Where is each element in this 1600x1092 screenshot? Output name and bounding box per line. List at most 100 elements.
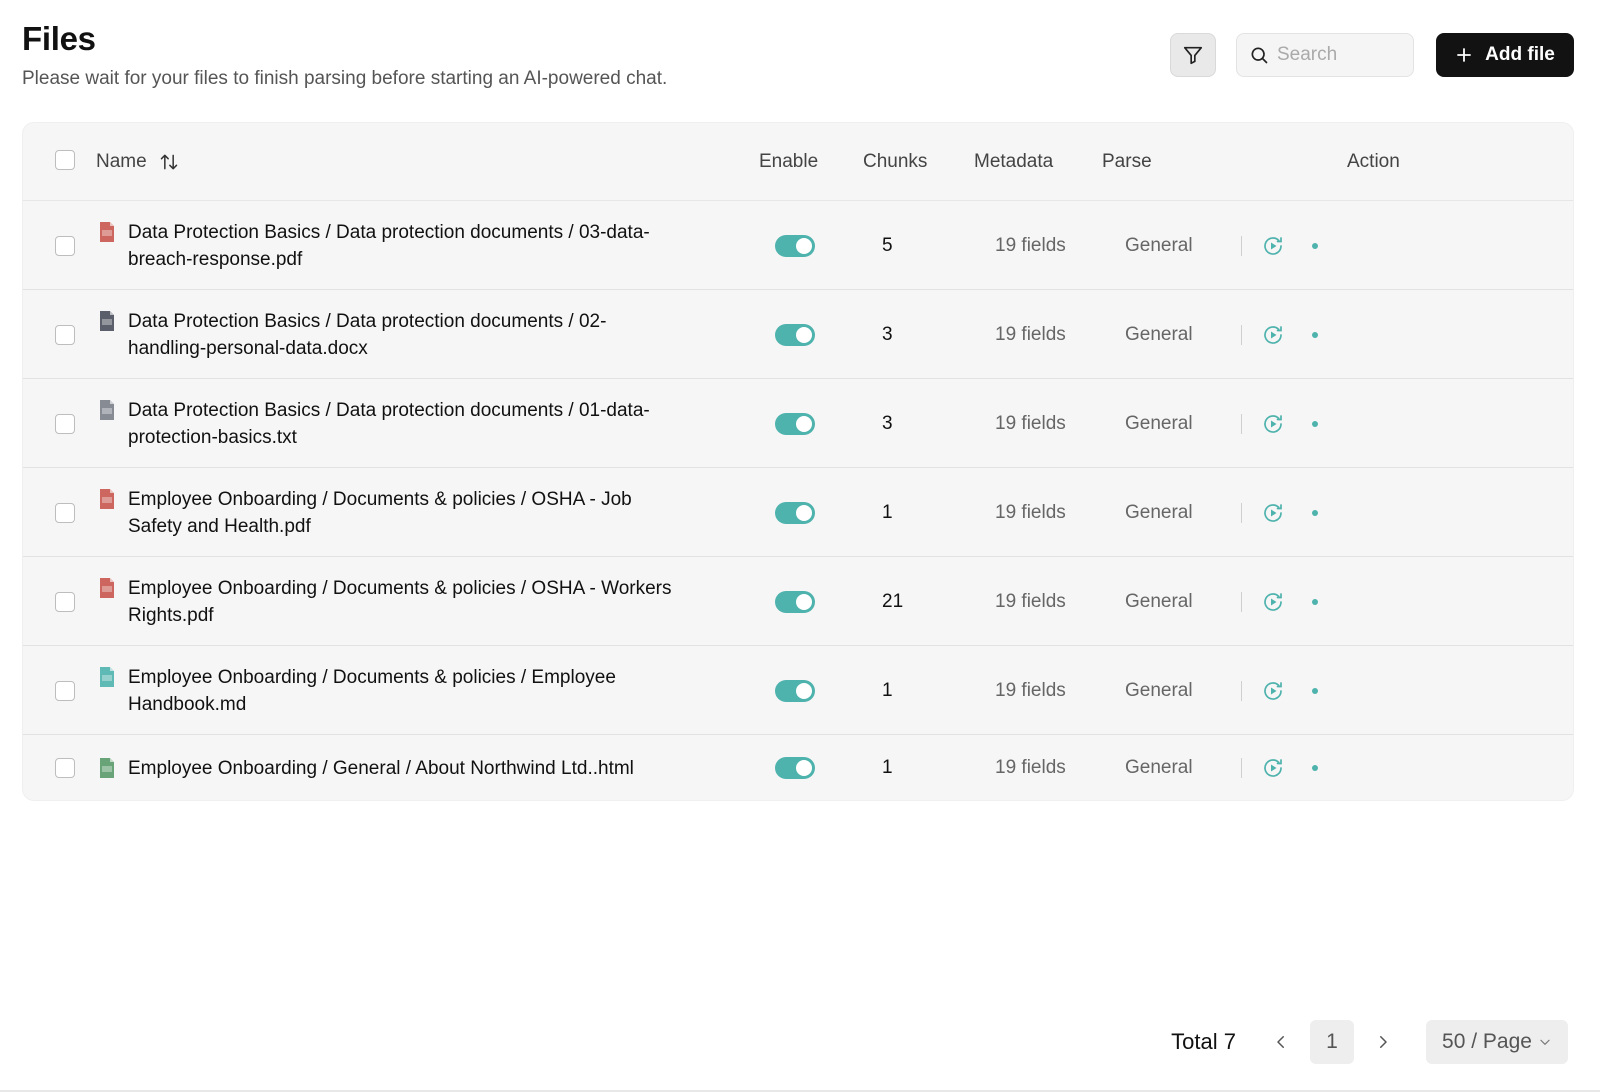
enable-toggle[interactable] xyxy=(775,234,815,257)
parse-method[interactable]: General xyxy=(1125,680,1193,702)
row-checkbox[interactable] xyxy=(55,502,75,523)
enable-toggle[interactable] xyxy=(775,501,815,524)
action-divider xyxy=(1241,591,1242,612)
table-row[interactable]: Employee Onboarding / Documents & polici… xyxy=(23,646,1573,735)
column-name[interactable]: Name xyxy=(96,151,179,173)
more-actions-button[interactable] xyxy=(1312,598,1318,605)
enable-toggle[interactable] xyxy=(775,590,815,613)
file-name-line: breach-response.pdf xyxy=(128,248,303,270)
parse-method[interactable]: General xyxy=(1125,591,1193,613)
parse-method[interactable]: General xyxy=(1125,757,1193,779)
add-file-label: Add file xyxy=(1485,44,1555,65)
file-name-cell[interactable]: Data Protection Basics / Data protection… xyxy=(98,219,698,273)
more-actions-button[interactable] xyxy=(1312,331,1318,338)
run-parse-icon[interactable] xyxy=(1261,590,1285,614)
metadata-fields[interactable]: 19 fields xyxy=(995,235,1066,257)
metadata-fields[interactable]: 19 fields xyxy=(995,502,1066,524)
sort-icon[interactable] xyxy=(159,152,179,172)
file-name-cell[interactable]: Data Protection Basics / Data protection… xyxy=(98,397,698,451)
pdf-file-icon xyxy=(100,488,114,509)
row-checkbox[interactable] xyxy=(55,591,75,612)
run-parse-icon[interactable] xyxy=(1261,756,1285,780)
run-parse-icon[interactable] xyxy=(1261,323,1285,347)
file-name-line: Employee Onboarding / Documents & polici… xyxy=(128,666,616,688)
run-parse-icon[interactable] xyxy=(1261,501,1285,525)
parse-method[interactable]: General xyxy=(1125,324,1193,346)
file-name-cell[interactable]: Employee Onboarding / Documents & polici… xyxy=(98,664,698,718)
enable-toggle[interactable] xyxy=(775,323,815,346)
run-parse-icon[interactable] xyxy=(1261,412,1285,436)
prev-page-button[interactable] xyxy=(1266,1033,1296,1051)
page-1-button[interactable]: 1 xyxy=(1310,1020,1354,1064)
column-action: Action xyxy=(1347,150,1400,172)
column-metadata: Metadata xyxy=(974,150,1054,172)
enable-toggle[interactable] xyxy=(775,679,815,702)
file-name-line: Rights.pdf xyxy=(128,604,214,626)
file-name: Employee Onboarding / General / About No… xyxy=(128,755,634,782)
column-chunks: Chunks xyxy=(863,150,928,172)
row-checkbox[interactable] xyxy=(55,324,75,345)
table-row[interactable]: Data Protection Basics / Data protection… xyxy=(23,201,1573,290)
run-parse-icon[interactable] xyxy=(1261,234,1285,258)
metadata-fields[interactable]: 19 fields xyxy=(995,413,1066,435)
parse-method[interactable]: General xyxy=(1125,502,1193,524)
page-size-select[interactable]: 50 / Page xyxy=(1426,1020,1568,1064)
search-input[interactable] xyxy=(1277,44,1407,66)
file-name-line: handling-personal-data.docx xyxy=(128,337,368,359)
metadata-fields[interactable]: 19 fields xyxy=(995,324,1066,346)
enable-toggle[interactable] xyxy=(775,757,815,779)
select-all-checkbox[interactable] xyxy=(55,150,75,170)
file-name-cell[interactable]: Employee Onboarding / Documents & polici… xyxy=(98,486,698,540)
plus-icon xyxy=(1457,48,1472,62)
enable-toggle[interactable] xyxy=(775,412,815,435)
file-name-line: Safety and Health.pdf xyxy=(128,515,311,537)
file-name: Employee Onboarding / Documents & polici… xyxy=(128,575,672,629)
parse-method[interactable]: General xyxy=(1125,235,1193,257)
file-name-line: Employee Onboarding / Documents & polici… xyxy=(128,488,632,510)
action-divider xyxy=(1241,324,1242,345)
table-row[interactable]: Employee Onboarding / General / About No… xyxy=(23,735,1573,800)
docx-file-icon xyxy=(100,310,114,331)
search-box xyxy=(1236,33,1414,77)
next-page-button[interactable] xyxy=(1368,1033,1398,1051)
row-checkbox[interactable] xyxy=(55,413,75,434)
file-name-line: protection-basics.txt xyxy=(128,426,297,448)
column-enable: Enable xyxy=(759,150,819,172)
row-checkbox[interactable] xyxy=(55,235,75,256)
metadata-fields[interactable]: 19 fields xyxy=(995,757,1066,779)
search-icon xyxy=(1251,47,1268,64)
run-parse-icon[interactable] xyxy=(1261,679,1285,703)
more-actions-button[interactable] xyxy=(1312,420,1318,427)
html-file-icon xyxy=(100,758,114,778)
file-name-cell[interactable]: Data Protection Basics / Data protection… xyxy=(98,308,698,362)
table-row[interactable]: Data Protection Basics / Data protection… xyxy=(23,290,1573,379)
chevron-right-icon xyxy=(1380,1036,1387,1048)
filter-button[interactable] xyxy=(1170,33,1216,77)
toolbar: Add file xyxy=(1170,33,1574,77)
more-actions-button[interactable] xyxy=(1312,509,1318,516)
action-divider xyxy=(1241,235,1242,256)
chunks-count: 1 xyxy=(882,501,893,523)
total-count: Total 7 xyxy=(1171,1029,1236,1054)
metadata-fields[interactable]: 19 fields xyxy=(995,680,1066,702)
file-name-line: Data Protection Basics / Data protection… xyxy=(128,221,650,243)
table-header: Name Enable Chunks Metadata Parse Action xyxy=(23,123,1573,201)
more-actions-button[interactable] xyxy=(1312,687,1318,694)
more-actions-button[interactable] xyxy=(1312,242,1318,249)
table-row[interactable]: Data Protection Basics / Data protection… xyxy=(23,379,1573,468)
file-name-cell[interactable]: Employee Onboarding / General / About No… xyxy=(98,755,698,782)
table-row[interactable]: Employee Onboarding / Documents & polici… xyxy=(23,557,1573,646)
more-actions-button[interactable] xyxy=(1312,765,1318,771)
action-divider xyxy=(1241,502,1242,523)
row-checkbox[interactable] xyxy=(55,758,75,778)
file-name-cell[interactable]: Employee Onboarding / Documents & polici… xyxy=(98,575,698,629)
table-row[interactable]: Employee Onboarding / Documents & polici… xyxy=(23,468,1573,557)
pdf-file-icon xyxy=(100,221,114,242)
metadata-fields[interactable]: 19 fields xyxy=(995,591,1066,613)
add-file-button[interactable]: Add file xyxy=(1436,33,1574,77)
chunks-count: 1 xyxy=(882,679,893,701)
filter-icon xyxy=(1183,46,1203,65)
row-checkbox[interactable] xyxy=(55,680,75,701)
parse-method[interactable]: General xyxy=(1125,413,1193,435)
page-title: Files xyxy=(22,20,96,57)
